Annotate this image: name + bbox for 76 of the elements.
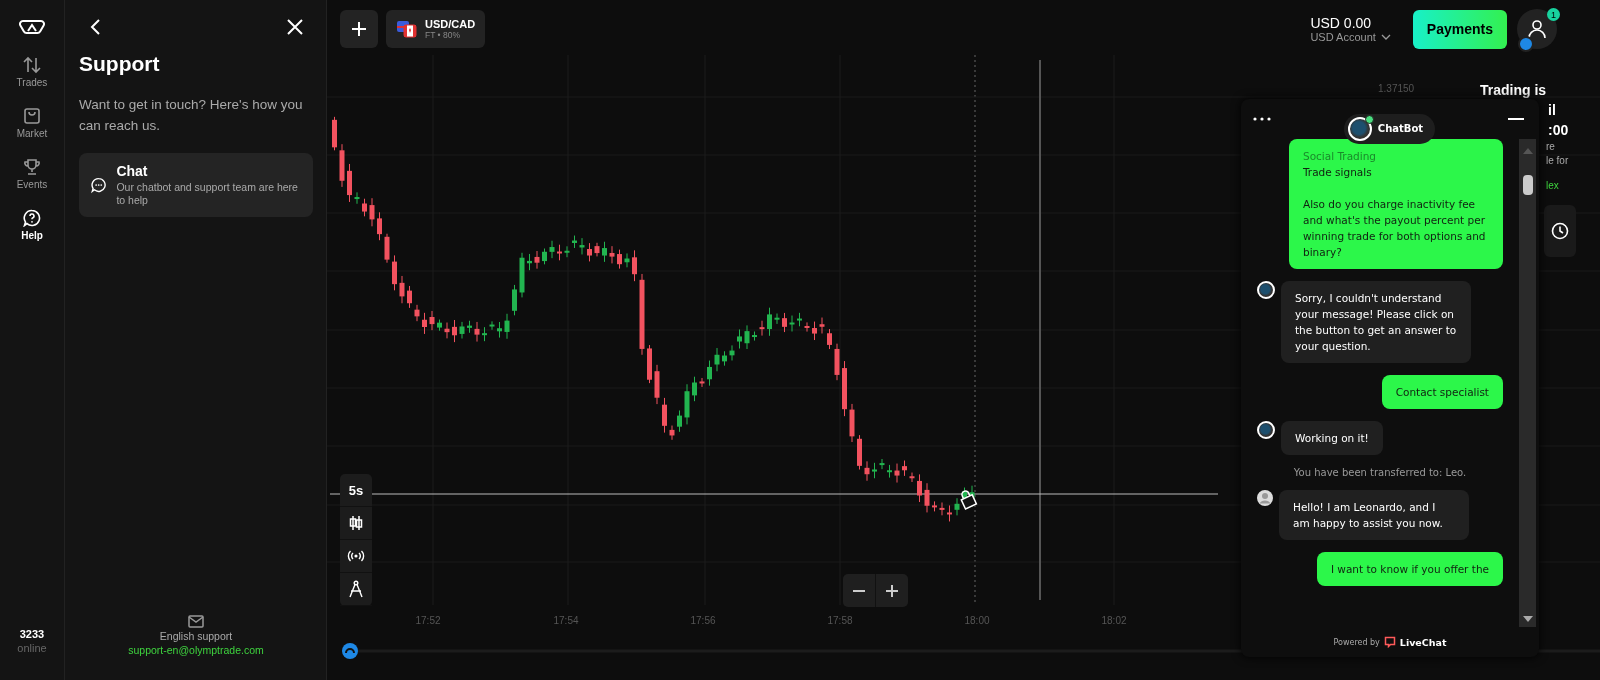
user-icon <box>1527 19 1547 39</box>
bag-icon <box>23 107 41 125</box>
agent-avatar <box>1257 490 1273 506</box>
arrows-icon <box>23 56 41 74</box>
time-label: 17:54 <box>553 615 579 626</box>
powered-by-text: Powered by <box>1333 637 1380 647</box>
bot-avatar <box>1347 116 1372 141</box>
speech-bubble-icon <box>1383 636 1396 648</box>
time-label: 18:02 <box>1101 615 1127 626</box>
time-label: 17:56 <box>690 615 716 626</box>
nav-item[interactable]: Events <box>16 158 48 190</box>
status-icon <box>1518 36 1534 52</box>
nav-item[interactable]: Market <box>16 107 48 139</box>
panel-title: Support <box>79 52 161 76</box>
chevron-down-icon <box>1380 34 1391 40</box>
candlestick-icon <box>348 515 364 531</box>
nav-item[interactable]: Trades <box>16 56 48 88</box>
timer-button[interactable] <box>1544 205 1576 257</box>
online-count: 3233 <box>19 628 45 640</box>
logo-icon[interactable] <box>19 20 45 34</box>
panel-text-fragment: le for <box>1546 154 1570 168</box>
brand-name: LiveChat <box>1399 636 1447 648</box>
close-button[interactable] <box>285 17 305 37</box>
scroll-down-icon[interactable] <box>1521 615 1534 623</box>
balance-amount: USD 0.00 <box>1310 15 1372 31</box>
time-label: 17:58 <box>827 615 853 626</box>
option-description: Our chatbot and support team are here to help <box>116 181 299 207</box>
bot-avatar <box>1257 421 1275 439</box>
trophy-icon <box>23 158 41 176</box>
panel-heading-fragment: :00 <box>1548 121 1570 140</box>
payments-button[interactable]: Payments <box>1412 9 1507 49</box>
chat-bubble-icon <box>91 176 107 194</box>
plus-icon <box>351 21 367 37</box>
minus-icon <box>853 589 865 592</box>
asset-button[interactable]: USD/CAD FT • 80% <box>386 10 486 48</box>
nav-item[interactable]: Help <box>21 209 43 241</box>
add-button[interactable] <box>340 10 378 48</box>
email-link[interactable]: support-en@olymptrade.com <box>128 644 264 656</box>
scrollbar-thumb[interactable] <box>1522 175 1533 195</box>
time-label: 18:00 <box>964 615 990 626</box>
bot-avatar <box>1257 281 1275 299</box>
message-text: Contact specialist <box>1395 385 1489 400</box>
message-text: Trade signals Also do you charge inactivity fee and what's the payout percent per winning trade for both options and binary? <box>1303 165 1487 260</box>
intro-text: Want to get in touch? Here's how you can reach us. <box>79 96 304 135</box>
chat-title: ChatBot <box>1377 123 1424 134</box>
email-label: English support <box>159 630 233 642</box>
more-button[interactable] <box>1253 117 1271 121</box>
account-selector[interactable]: USD Account <box>1310 31 1391 43</box>
zoom-out-button[interactable] <box>843 574 875 607</box>
zoom-in-button[interactable] <box>876 574 908 607</box>
panel-text-fragment: re <box>1546 140 1556 154</box>
time-label: 17:52 <box>415 615 441 626</box>
envelope-icon <box>188 615 204 628</box>
panel-heading-fragment: Trading is <box>1480 81 1548 100</box>
option-title: Chat <box>116 163 149 179</box>
agent-message: Hello! I am Leonardo, and I am happy to assist you now. <box>1279 490 1469 540</box>
price-label: 1.37150 <box>1378 83 1415 94</box>
broadcast-icon <box>347 550 365 562</box>
panel-link-fragment[interactable]: lex <box>1546 180 1600 191</box>
help-icon <box>23 209 41 227</box>
flags-icon <box>396 19 418 39</box>
chat-option[interactable]: Chat Our chatbot and support team are here to help <box>79 153 313 217</box>
faded-message-text: Social Trading <box>1303 149 1377 164</box>
bot-message: Working on it! <box>1281 421 1383 455</box>
asset-details: FT • 80% <box>425 30 461 40</box>
message-text: I want to know if you offer the <box>1330 562 1489 577</box>
asset-name: USD/CAD <box>425 18 476 30</box>
panel-heading-fragment: il <box>1548 101 1557 120</box>
system-message: You have been transferred to: Leo. <box>1292 467 1468 478</box>
clock-icon <box>1551 222 1569 240</box>
scroll-handle[interactable] <box>342 643 358 659</box>
plus-icon <box>886 584 898 597</box>
online-label: online <box>17 642 47 654</box>
bot-message: Sorry, I couldn't understand your message! Please click on the button to get an answer to your question. <box>1281 281 1471 363</box>
compass-icon <box>348 580 364 598</box>
notification-badge: 1 <box>1547 8 1560 21</box>
